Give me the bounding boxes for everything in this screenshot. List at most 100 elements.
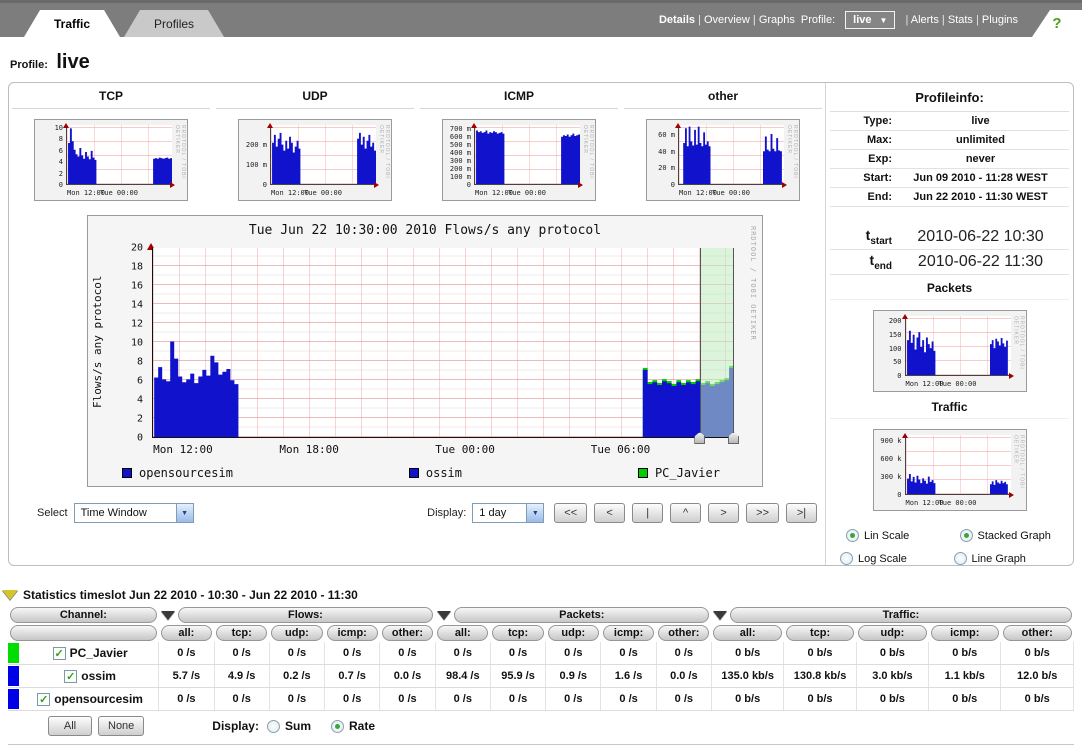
subcolumn-udp[interactable]: udp: [271,625,322,641]
x-tick: Mon 12:00 [153,443,213,456]
nav-link-stats[interactable]: Stats [948,14,973,26]
subcolumn-all[interactable]: all: [161,625,212,641]
main-chart-ylabel: Flows/s any protocol [91,248,104,436]
nav-link-details[interactable]: Details [659,14,695,26]
time-nav-button-6[interactable]: >| [786,503,817,523]
nav-link-graphs[interactable]: Graphs [759,14,795,26]
radio-selected[interactable] [331,720,344,733]
icmp-chart-title: ICMP [420,83,618,109]
y-tick: 8 [137,357,143,368]
subcolumn-all[interactable]: all: [713,625,781,641]
subcolumn-tcp[interactable]: tcp: [216,625,267,641]
option-lin-scale[interactable]: Lin Scale [840,529,954,542]
stat-value: 135.0 kb/s [711,665,783,688]
y-tick: 200 [889,317,902,325]
sort-arrow-icon[interactable] [161,611,175,620]
nav-link-plugins[interactable]: Plugins [982,14,1018,26]
option-rate[interactable]: Rate [325,719,375,733]
profile-dropdown[interactable]: live ▼ [845,11,895,29]
legend-swatch [409,468,419,478]
subcolumn-udp[interactable]: udp: [548,625,599,641]
udp-chart-title: UDP [216,83,414,109]
display-label: Display: [427,507,466,519]
column-group-traffic[interactable]: Traffic: [730,607,1071,623]
traffic-yticks: 900 k600 k300 k0 [874,435,904,495]
y-tick: 0 [467,181,471,189]
channel-checkbox[interactable]: ✓ [53,647,66,660]
y-tick: 0 [59,181,63,189]
profileinfo-label: Max: [830,134,892,146]
y-tick: 600 k [880,455,901,463]
packets-mini-chart[interactable]: 200150100500Mon 12:00Tue 00:00RRDTOOL / … [873,310,1027,392]
y-tick: 200 m [450,165,471,173]
tcp-xticks: Mon 12:00Tue 00:00 [66,189,172,199]
radio-unselected[interactable] [267,720,280,733]
time-nav-button-5[interactable]: >> [746,503,779,523]
collapse-arrow-icon[interactable] [2,590,18,600]
subcolumn-icmp[interactable]: icmp: [931,625,999,641]
time-window-select[interactable]: Time Window ▼ [74,503,194,523]
column-header-channel[interactable]: Channel: [10,607,157,623]
stat-value: 0.2 /s [269,665,324,688]
stat-value: 0 /s [269,688,324,711]
udp-mini-chart[interactable]: 200 m100 m0Mon 12:00Tue 00:00RRDTOOL / T… [238,119,392,201]
sort-arrow-icon[interactable] [437,611,451,620]
stat-value: 0 /s [325,642,380,665]
nav-link-overview[interactable]: Overview [704,14,750,26]
radio-selected[interactable] [960,529,973,542]
subcolumn-tcp[interactable]: tcp: [492,625,543,641]
channel-name: opensourcesim [54,692,143,706]
option-sum[interactable]: Sum [267,719,311,733]
other-mini-chart[interactable]: 60 m40 m20 m0Mon 12:00Tue 00:00RRDTOOL /… [646,119,800,201]
legend-label: PC_Javier [655,466,720,480]
nav-link-alerts[interactable]: Alerts [911,14,939,26]
subcolumn-other[interactable]: other: [1003,625,1072,641]
rrdtool-watermark: RRDTOOL / TOBI OETIKER [1013,435,1025,496]
time-nav-button-0[interactable]: << [554,503,587,523]
time-nav-button-2[interactable]: | [632,503,663,523]
radio-selected[interactable] [846,529,859,542]
radio-unselected[interactable] [840,552,853,565]
time-nav-button-3[interactable]: ^ [670,503,701,523]
subcolumn-tcp[interactable]: tcp: [786,625,854,641]
channel-name: ossim [81,669,116,683]
tab-traffic[interactable]: Traffic [24,10,120,37]
tab-profiles[interactable]: Profiles [124,10,224,37]
subcolumn-icmp[interactable]: icmp: [327,625,378,641]
time-nav-button-4[interactable]: > [708,503,739,523]
y-axis-arrow-icon [902,311,908,319]
select-arrow-icon: ▼ [176,504,193,522]
stat-value: 0 b/s [929,642,1001,665]
subcolumn-udp[interactable]: udp: [858,625,926,641]
statistics-footer: AllNone Display: SumRate [8,711,1074,745]
option-stacked-graph[interactable]: Stacked Graph [954,529,1068,542]
x-tick: Tue 06:00 [591,443,651,456]
traffic-mini-chart[interactable]: 900 k600 k300 k0Mon 12:00Tue 00:00RRDTOO… [873,429,1027,511]
subcolumn-other[interactable]: other: [658,625,709,641]
subcolumn-icmp[interactable]: icmp: [603,625,654,641]
radio-unselected[interactable] [954,552,967,565]
channel-checkbox[interactable]: ✓ [64,670,77,683]
profileinfo-label: Start: [830,172,892,184]
column-group-packets[interactable]: Packets: [454,607,709,623]
time-window-selection[interactable] [700,248,734,437]
tcp-mini-chart[interactable]: 1086420Mon 12:00Tue 00:00RRDTOOL / TOBI … [34,119,188,201]
option-log-scale[interactable]: Log Scale [840,552,954,565]
option-line-graph[interactable]: Line Graph [954,552,1068,565]
channel-checkbox[interactable]: ✓ [37,693,50,706]
stat-value: 3.0 kb/s [856,665,928,688]
help-button[interactable]: ? [1032,10,1082,37]
all-button[interactable]: All [48,716,92,736]
column-group-flows[interactable]: Flows: [178,607,433,623]
subcolumn-other[interactable]: other: [382,625,433,641]
display-range-select[interactable]: 1 day ▼ [472,503,544,523]
main-chart-plot[interactable] [152,248,734,438]
time-nav-button-1[interactable]: < [594,503,625,523]
subcolumn-all[interactable]: all: [437,625,488,641]
none-button[interactable]: None [98,716,144,736]
icmp-mini-chart[interactable]: 700 m600 m500 m400 m300 m200 m100 m0Mon … [442,119,596,201]
y-tick: 100 m [450,173,471,181]
select-label: Select [37,507,68,519]
chevron-down-icon: ▼ [880,16,888,25]
sort-arrow-icon[interactable] [713,611,727,620]
